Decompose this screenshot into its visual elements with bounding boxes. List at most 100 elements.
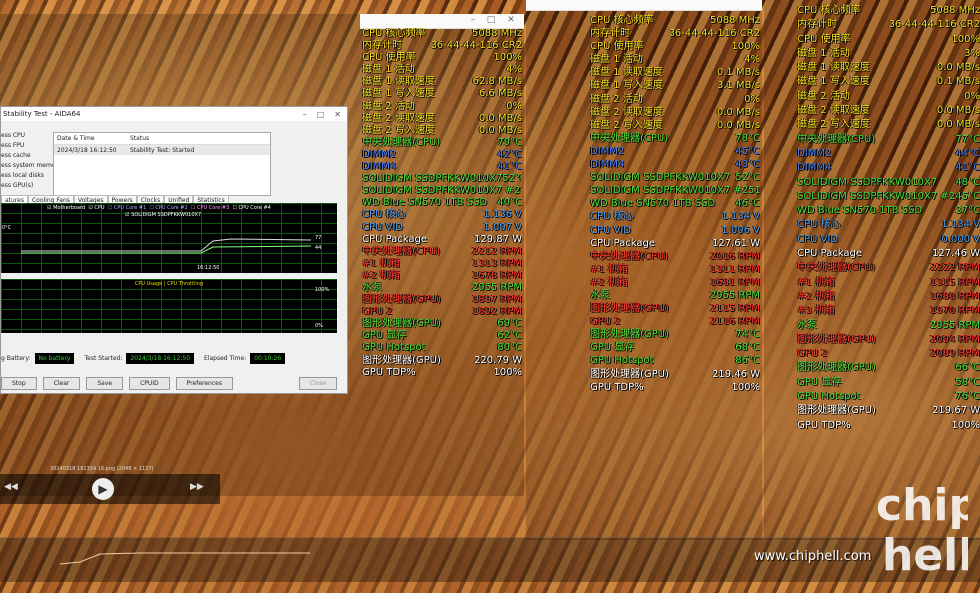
chiphell-logo: chip hell xyxy=(876,480,968,580)
osd-label: 磁盘 2 写入速度 xyxy=(590,119,663,131)
osd-row: 图形处理器(GPU) 74°C xyxy=(590,328,760,341)
window-2-titlebar[interactable] xyxy=(526,0,762,11)
osd-value: 1681 RPM xyxy=(709,276,760,288)
osd-row: 磁盘 2 活动 0% xyxy=(362,101,522,113)
osd-label: SOLIDIGM SSDPFKKW010X7 xyxy=(362,173,503,185)
osd-row: CPU 使用率 100% xyxy=(590,40,760,53)
osd-label: 图形处理器(GPU) xyxy=(797,405,876,417)
osd-value: 5088 MHz xyxy=(929,5,980,16)
osd-value: 3% xyxy=(964,47,980,59)
clear-button[interactable]: Clear xyxy=(42,377,81,390)
status-fields: g Battery: No battery Test Started: 2024… xyxy=(1,353,286,364)
maximize-icon[interactable]: □ xyxy=(317,110,325,119)
osd-label: 磁盘 1 读取速度 xyxy=(797,62,870,74)
next-icon[interactable]: ▶▶ xyxy=(190,482,204,492)
osd-row: CPU 核心 1.136 V xyxy=(362,209,522,221)
osd-label: CPU 核心 xyxy=(797,219,841,231)
osd-value: 37°C xyxy=(955,205,980,217)
osd-label: GPU 显存 xyxy=(590,342,635,354)
osd-label: 水泵 xyxy=(797,319,817,331)
osd-row: 图形处理器(GPU) 220.79 W xyxy=(362,355,522,367)
osd-value: 5088 MHz xyxy=(709,15,760,26)
osd-label: SOLIDIGM SSDPFKKW010X7 xyxy=(797,176,938,188)
play-icon[interactable]: ▶ xyxy=(92,478,114,500)
preferences-button[interactable]: Preferences xyxy=(175,377,233,390)
osd-label: GPU TDP% xyxy=(797,419,851,431)
osd-value: 2116 RPM xyxy=(709,316,760,328)
osd-row: 内存计时 36-44-44-116 CR2 xyxy=(362,40,522,52)
osd-value: 0.0 MB/s xyxy=(716,119,760,131)
osd-value: 76°C xyxy=(955,391,980,403)
osd-label: 内存计时 xyxy=(362,40,402,52)
osd-value: 2115 RPM xyxy=(709,303,760,315)
osd-row: 磁盘 1 读取速度 0.0 MB/s xyxy=(797,61,980,75)
temp-lines xyxy=(21,238,312,254)
osd-label: CPU 核心 xyxy=(590,211,634,223)
osd-row: 磁盘 1 读取速度 0.1 MB/s xyxy=(590,66,760,79)
osd-label: GPU 2 xyxy=(590,316,621,328)
elapsed-label: Elapsed Time: xyxy=(204,355,247,362)
aida-titlebar[interactable]: Stability Test - AIDA64 – □ ✕ xyxy=(1,107,347,121)
close-button[interactable]: Close xyxy=(298,377,338,390)
osd-label: 磁盘 1 活动 xyxy=(797,47,850,59)
osd-label: 图形处理器(GPU) xyxy=(590,329,669,341)
osd-row: DIMM4 43°C xyxy=(590,158,760,171)
osd-value: 42°C xyxy=(497,148,522,160)
osd-row: WD Blue SN570 1TB SSD 40°C xyxy=(362,197,522,209)
osd-value: 48°C xyxy=(955,176,980,188)
stop-button[interactable]: Stop xyxy=(1,377,37,390)
osd-value: 62.8 MB/s xyxy=(472,76,522,88)
osd-row: GPU Hotspot 76°C xyxy=(797,390,980,404)
osd-panel-1: CPU 核心频率 5088 MHz 内存计时 36-44-44-116 CR2 CPU … xyxy=(362,28,522,379)
osd-row: #2 机箱 1680 RPM xyxy=(797,290,980,304)
osd-label: 中央处理器(CPU) xyxy=(797,262,876,274)
osd-label: GPU Hotspot xyxy=(362,342,426,354)
close-icon[interactable]: ✕ xyxy=(334,110,341,119)
osd-value: 2212 RPM xyxy=(471,245,522,257)
osd-value: 74°C xyxy=(735,329,760,341)
osd-row: CPU 核心 1.134 V xyxy=(797,218,980,232)
minimize-icon[interactable]: – xyxy=(303,110,307,119)
osd-row: #2 机箱 1681 RPM xyxy=(590,276,760,289)
osd-row: #1 机箱 1311 RPM xyxy=(590,263,760,276)
osd-row: 中央处理器(CPU) 78°C xyxy=(590,132,760,145)
header-date: Date & Time xyxy=(57,135,95,142)
cpuid-button[interactable]: CPUID xyxy=(129,377,170,390)
osd-row: 水泵 2955 RPM xyxy=(590,289,760,302)
image-viewer-caption: 20240318 161334 16.png (2048 × 1137) xyxy=(50,466,154,472)
window-1-titlebar[interactable]: – □ ✕ xyxy=(360,14,524,29)
osd-value: 4% xyxy=(744,54,760,66)
usage-axis-bottom: 0% xyxy=(315,323,323,329)
image-viewer-toolbar: ▶ ◀◀ ▶▶ xyxy=(0,474,220,504)
osd-row: DIMM2 45°C xyxy=(590,145,760,158)
osd-value: 2094 RPM xyxy=(929,333,980,345)
osd-row: 图形处理器(GPU) 66°C xyxy=(797,361,980,375)
osd-value: 1970 RPM xyxy=(929,305,980,317)
osd-value: 2222 RPM xyxy=(929,262,980,274)
osd-row: 磁盘 2 写入速度 0.0 MB/s xyxy=(362,125,522,137)
osd-row: GPU 显存 58°C xyxy=(797,376,980,390)
osd-row: GPU TDP% 100% xyxy=(590,381,760,394)
prev-icon[interactable]: ◀◀ xyxy=(4,482,18,492)
osd-row: 磁盘 2 读取速度 0.0 MB/s xyxy=(362,113,522,125)
osd-row: CPU VID 0.000 V xyxy=(797,233,980,247)
osd-label: 图形处理器(GPU) xyxy=(590,368,669,380)
table-row[interactable]: 2024/3/18 16:12:50 Stability Test: Starte… xyxy=(54,145,270,155)
osd-label: 磁盘 1 活动 xyxy=(590,54,643,66)
osd-label: CPU 使用率 xyxy=(797,33,851,45)
osd-label: GPU 显存 xyxy=(797,376,842,388)
temp-value-2: 44 xyxy=(315,245,322,251)
osd-label: 水泵 xyxy=(590,289,610,301)
osd-label: GPU 显存 xyxy=(362,330,407,342)
osd-label: 磁盘 2 写入速度 xyxy=(797,119,870,131)
osd-row: 图形处理器(GPU) 219.67 W xyxy=(797,404,980,418)
osd-row: 中央处理器(CPU) 2212 RPM xyxy=(362,246,522,258)
maximize-icon[interactable]: □ xyxy=(484,15,498,25)
osd-label: #2 机箱 xyxy=(362,269,400,281)
osd-value: 100% xyxy=(731,381,760,393)
osd-value: 219.46 W xyxy=(711,368,760,380)
minimize-icon[interactable]: – xyxy=(466,15,480,25)
osd-label: 中央处理器(CPU) xyxy=(797,133,876,145)
close-icon[interactable]: ✕ xyxy=(504,15,518,25)
save-button[interactable]: Save xyxy=(86,377,124,390)
